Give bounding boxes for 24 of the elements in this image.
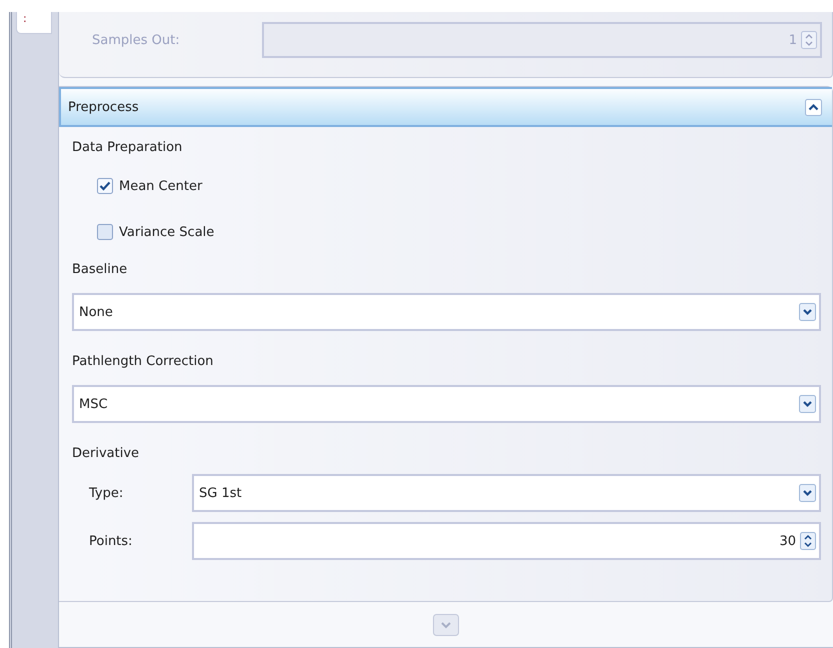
side-tab[interactable]: : xyxy=(16,12,52,34)
checkbox[interactable] xyxy=(97,178,113,194)
spin-field[interactable]: 30 xyxy=(192,522,821,560)
checkbox-option[interactable]: Variance Scale xyxy=(72,209,821,255)
collapse-icon[interactable] xyxy=(805,98,822,116)
dropdown-icon[interactable] xyxy=(799,395,816,413)
dropdown-field[interactable]: MSC xyxy=(72,385,821,423)
field-label: Samples Out: xyxy=(92,32,181,48)
dropdown-icon[interactable] xyxy=(799,484,816,502)
dropdown-field[interactable]: None xyxy=(72,293,821,331)
section-heading: Baseline xyxy=(72,261,128,279)
section-title: Preprocess xyxy=(68,100,139,114)
checkbox-option[interactable]: Mean Center xyxy=(72,163,821,209)
checkbox[interactable] xyxy=(97,224,113,240)
section-header[interactable]: Preprocess xyxy=(59,87,832,127)
spinner-icon[interactable] xyxy=(800,532,816,550)
section-heading: Derivative xyxy=(72,445,140,463)
section-heading: Pathlength Correction xyxy=(72,353,214,371)
dropdown-icon[interactable] xyxy=(799,303,816,321)
dropdown-field[interactable]: SG 1st xyxy=(192,474,821,512)
field-value: 1 xyxy=(788,32,797,48)
field-label: Type: xyxy=(88,486,124,500)
field-label: Points: xyxy=(88,534,134,548)
section-heading: Data Preparation xyxy=(72,139,184,157)
